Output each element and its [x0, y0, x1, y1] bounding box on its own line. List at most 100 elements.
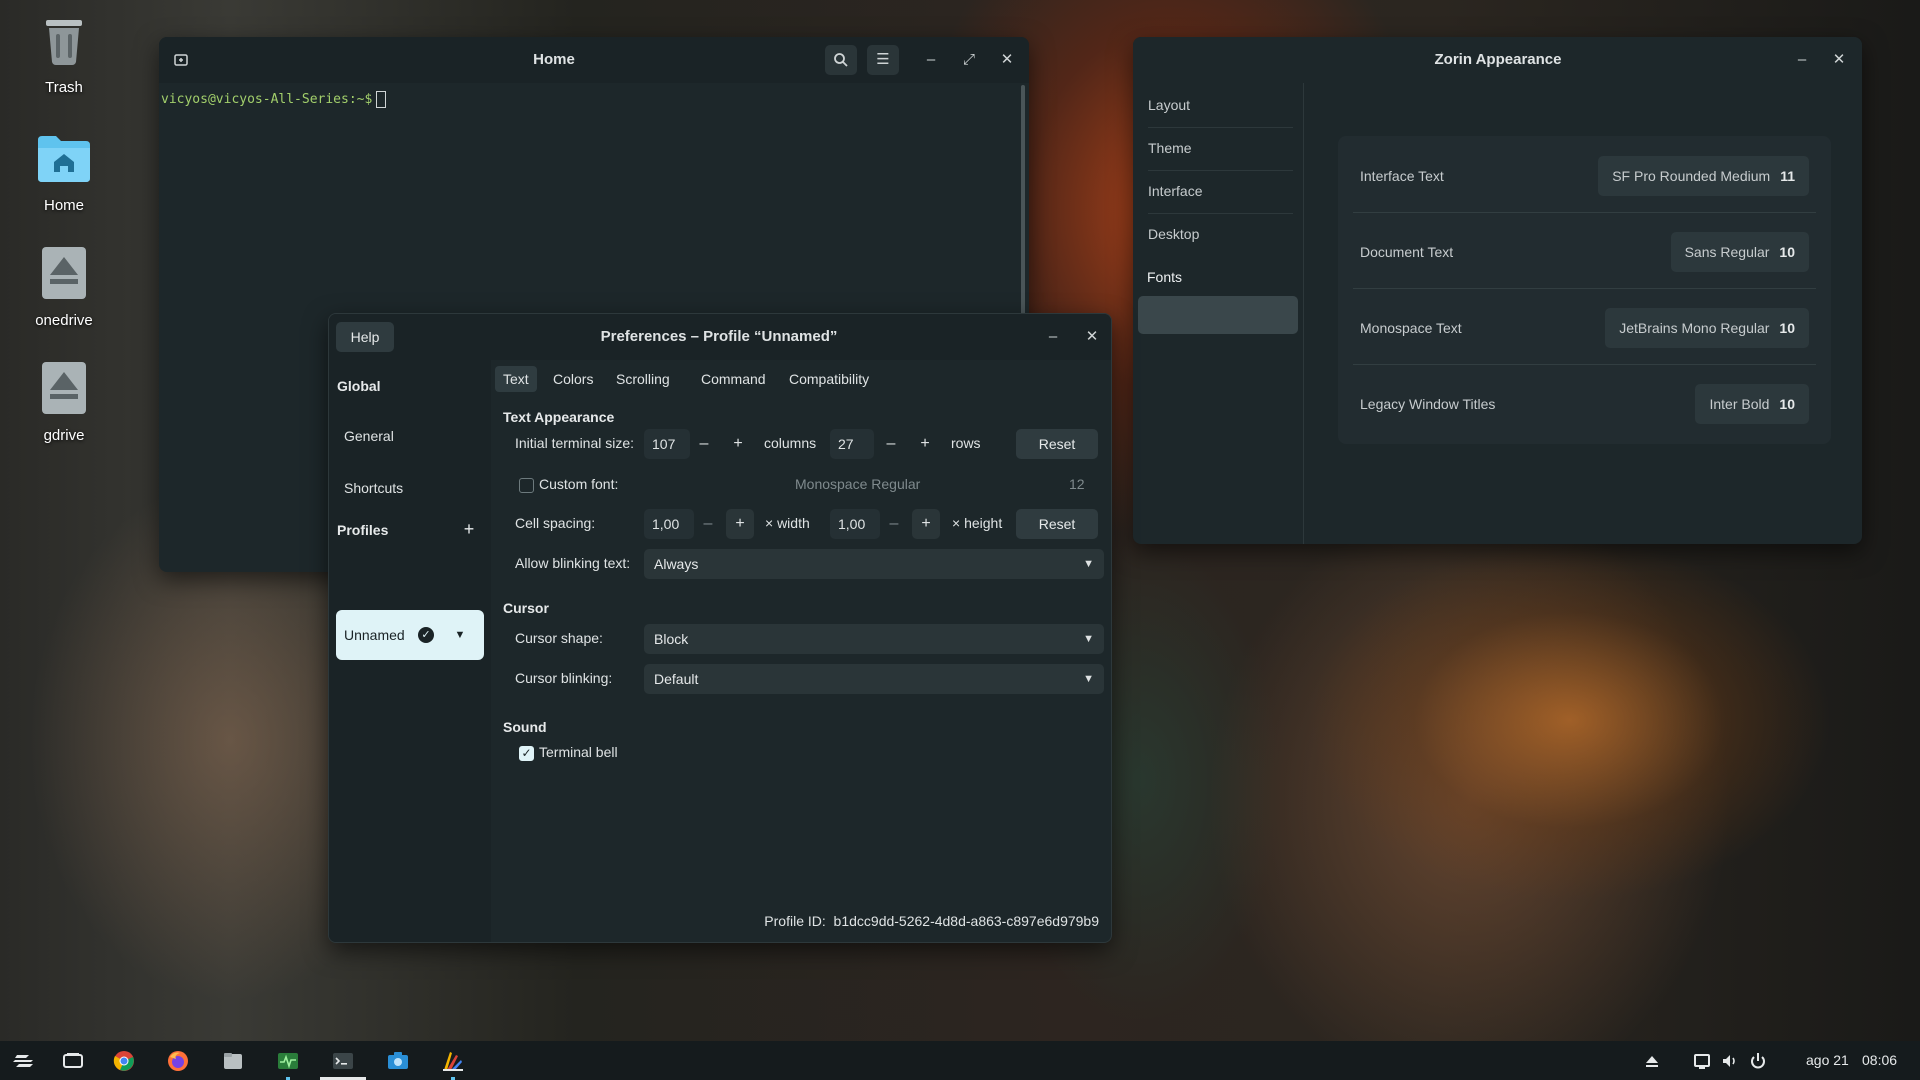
chevron-down-icon: ▼ — [1083, 673, 1094, 685]
font-name: SF Pro Rounded Medium — [1612, 168, 1771, 184]
blinking-text-dropdown[interactable]: Always ▼ — [644, 549, 1104, 579]
preferences-window[interactable]: Help Preferences – Profile “Unnamed” – ✕… — [328, 313, 1112, 943]
close-button[interactable]: ✕ — [996, 49, 1018, 71]
row-separator — [1353, 212, 1816, 213]
power-icon[interactable] — [1746, 1049, 1770, 1073]
reset-size-button[interactable]: Reset — [1016, 429, 1098, 459]
custom-font-checkbox[interactable] — [519, 478, 534, 493]
appearance-titlebar[interactable]: Zorin Appearance – ✕ — [1133, 37, 1862, 83]
cursor-shape-dropdown[interactable]: Block ▼ — [644, 624, 1104, 654]
desktop-icon-trash[interactable]: Trash — [14, 12, 114, 96]
profile-menu-button[interactable]: ▼ — [448, 610, 472, 660]
custom-font-name: Monospace Regular — [795, 476, 921, 492]
search-button[interactable] — [825, 45, 857, 75]
font-row-label: Interface Text — [1360, 168, 1444, 184]
cursor-blinking-label: Cursor blinking: — [515, 670, 613, 686]
close-button[interactable]: ✕ — [1081, 326, 1103, 348]
display-icon[interactable] — [1690, 1049, 1714, 1073]
sidebar-item-shortcuts[interactable]: Shortcuts — [344, 480, 403, 496]
eject-drive-icon — [42, 362, 86, 414]
appearance-app-icon[interactable] — [441, 1049, 465, 1073]
terminal-bell-checkbox[interactable]: ✓ — [519, 746, 534, 761]
tab-text[interactable]: Text — [495, 366, 537, 392]
cell-width-increment-button[interactable]: + — [726, 509, 754, 539]
clock-time[interactable]: 08:06 — [1862, 1041, 1897, 1080]
row-separator — [1353, 288, 1816, 289]
firefox-icon[interactable] — [166, 1049, 190, 1073]
font-row-label: Document Text — [1360, 244, 1454, 260]
rows-input[interactable]: 27 — [830, 429, 874, 459]
tab-scrolling[interactable]: Scrolling — [608, 366, 678, 392]
cell-spacing-label: Cell spacing: — [515, 515, 596, 531]
terminal-output[interactable]: vicyos@vicyos-All-Series:~$ — [161, 91, 387, 108]
nav-item-theme[interactable]: Theme — [1148, 140, 1293, 156]
minus-icon: – — [889, 515, 899, 532]
rows-decrement-button[interactable]: – — [877, 429, 905, 459]
tab-command[interactable]: Command — [693, 366, 774, 392]
add-profile-button[interactable]: + — [457, 517, 481, 541]
plus-icon: + — [921, 515, 931, 532]
minimize-button[interactable]: – — [1042, 326, 1064, 348]
preferences-sidebar: Global General Shortcuts Profiles + Unna… — [329, 360, 491, 942]
nav-item-desktop[interactable]: Desktop — [1148, 226, 1293, 242]
eject-icon[interactable] — [1640, 1049, 1664, 1073]
clock-date[interactable]: ago 21 — [1806, 1041, 1849, 1080]
nav-item-fonts[interactable]: Fonts — [1147, 269, 1292, 285]
sidebar-item-profile-unnamed[interactable]: Unnamed ✓ ▼ — [336, 610, 484, 660]
profile-id-row: Profile ID: b1dcc9dd-5262-4d8d-a863-c897… — [764, 913, 1099, 929]
columns-increment-button[interactable]: + — [724, 429, 752, 459]
system-monitor-icon[interactable] — [276, 1049, 300, 1073]
plus-icon: + — [920, 435, 930, 452]
terminal-app-icon[interactable] — [331, 1049, 355, 1073]
section-sound: Sound — [503, 719, 547, 735]
chrome-icon[interactable] — [112, 1049, 136, 1073]
appearance-window[interactable]: Zorin Appearance – ✕ Layout Theme Interf… — [1133, 37, 1862, 544]
sidebar-header-profiles: Profiles — [337, 522, 389, 538]
menu-button[interactable]: ☰ — [867, 45, 899, 75]
font-button-legacy-titles[interactable]: Inter Bold 10 — [1695, 384, 1809, 424]
cursor-blinking-dropdown[interactable]: Default ▼ — [644, 664, 1104, 694]
cell-height-decrement-button[interactable]: – — [880, 509, 908, 539]
preferences-titlebar[interactable]: Help Preferences – Profile “Unnamed” – ✕ — [329, 314, 1111, 360]
tab-compatibility[interactable]: Compatibility — [781, 366, 877, 392]
nav-selection — [1138, 296, 1298, 334]
font-button-monospace[interactable]: JetBrains Mono Regular 10 — [1605, 308, 1809, 348]
columns-input[interactable]: 107 — [644, 429, 690, 459]
files-icon[interactable] — [221, 1049, 245, 1073]
close-button[interactable]: ✕ — [1828, 49, 1850, 71]
tab-colors[interactable]: Colors — [545, 366, 601, 392]
workspaces-icon[interactable] — [61, 1049, 85, 1073]
minimize-button[interactable]: – — [1791, 49, 1813, 71]
cell-height-unit: × height — [952, 515, 1003, 531]
desktop-icon-gdrive[interactable]: gdrive — [14, 360, 114, 444]
nav-item-interface[interactable]: Interface — [1148, 183, 1293, 199]
cell-width-decrement-button[interactable]: – — [694, 509, 722, 539]
terminal-titlebar[interactable]: Home ☰ – ⤢ ✕ — [159, 37, 1029, 83]
desktop-icon-home[interactable]: Home — [14, 130, 114, 214]
minimize-button[interactable]: – — [920, 49, 942, 71]
columns-decrement-button[interactable]: – — [690, 429, 718, 459]
zorin-menu-icon[interactable] — [12, 1049, 36, 1073]
maximize-button[interactable]: ⤢ — [958, 49, 980, 71]
font-button-document[interactable]: Sans Regular 10 — [1670, 232, 1809, 272]
nav-separator — [1148, 170, 1293, 171]
desktop-icon-onedrive[interactable]: onedrive — [14, 245, 114, 329]
cell-width-unit: × width — [765, 515, 810, 531]
reset-spacing-button[interactable]: Reset — [1016, 509, 1098, 539]
font-button-interface[interactable]: SF Pro Rounded Medium 11 — [1598, 156, 1809, 196]
rows-increment-button[interactable]: + — [911, 429, 939, 459]
cell-width-input[interactable]: 1,00 — [644, 509, 694, 539]
nav-separator — [1148, 127, 1293, 128]
volume-icon[interactable] — [1718, 1049, 1742, 1073]
screenshot-icon[interactable] — [386, 1049, 410, 1073]
taskbar: ago 21 08:06 — [0, 1041, 1920, 1080]
new-tab-button[interactable] — [165, 45, 197, 75]
cell-height-input[interactable]: 1,00 — [830, 509, 880, 539]
cell-height-increment-button[interactable]: + — [912, 509, 940, 539]
sidebar-item-general[interactable]: General — [344, 428, 394, 444]
terminal-cursor — [376, 91, 387, 108]
nav-item-layout[interactable]: Layout — [1148, 97, 1293, 113]
help-button[interactable]: Help — [336, 322, 394, 352]
custom-font-label: Custom font: — [539, 476, 619, 492]
minimize-icon: – — [1048, 328, 1058, 345]
